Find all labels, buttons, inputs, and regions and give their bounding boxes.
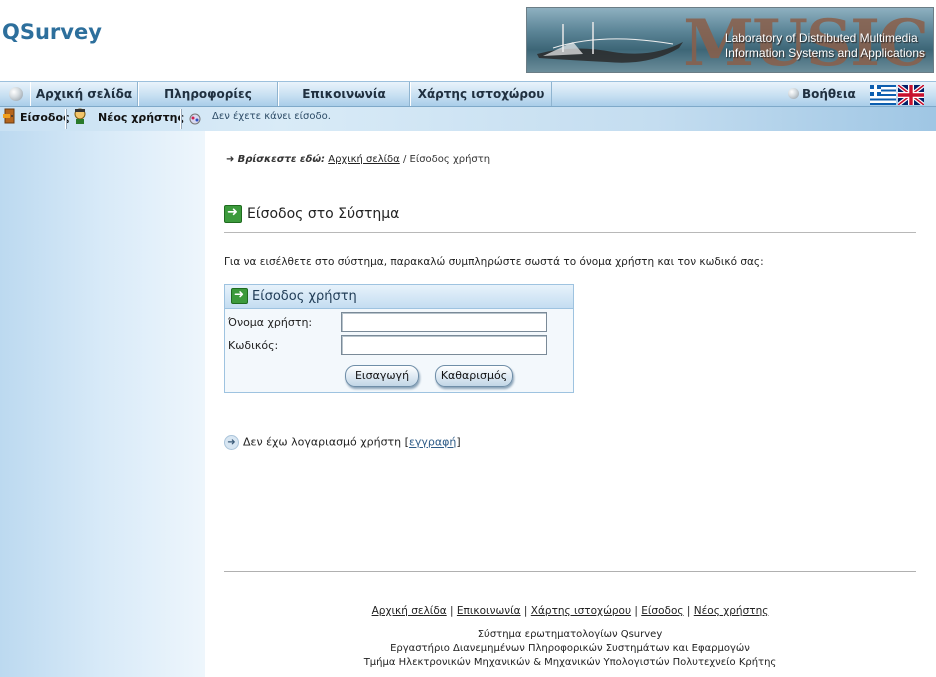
login-button[interactable]: Είσοδος xyxy=(2,107,70,131)
user-bar: Είσοδος Νέος χρήστης Δεν έχετε κάνει είσ… xyxy=(0,107,936,131)
footer-line-2: Εργαστήριο Διανεμημένων Πληροφορικών Συσ… xyxy=(390,643,750,654)
breadcrumb-current: Είσοδος χρήστη xyxy=(409,154,491,165)
green-arrow-icon xyxy=(231,287,248,304)
banner-line-1: Laboratory of Distributed Multimedia xyxy=(724,31,918,45)
new-user-label: Νέος χρήστης xyxy=(98,111,184,124)
door-icon xyxy=(2,108,18,132)
no-account-text: Δεν έχω λογαριασμό χρήστη xyxy=(243,435,402,449)
login-form-header: Είσοδος χρήστη xyxy=(225,285,573,309)
greek-flag-icon[interactable] xyxy=(870,85,896,105)
green-arrow-icon xyxy=(224,205,242,223)
uk-flag-icon[interactable] xyxy=(898,85,924,105)
username-label: Όνομα χρήστη: xyxy=(228,316,313,329)
new-user-button[interactable]: Νέος χρήστης xyxy=(72,107,184,131)
footer-divider xyxy=(224,571,916,572)
banner-lab-name: Laboratory of Distributed Multimedia Inf… xyxy=(725,31,925,61)
breadcrumb-lead: Βρίσκεστε εδώ: xyxy=(237,154,326,165)
lab-banner[interactable]: MUSIC Laboratory of Distributed Multimed… xyxy=(526,7,934,73)
divider xyxy=(65,109,66,129)
nav-item-home[interactable]: Αρχική σελίδα xyxy=(30,82,138,106)
no-account-line: ➜ Δεν έχω λογαριασμό χρήστη [εγγραφή] xyxy=(224,435,461,450)
page-title-text: Είσοδος στο Σύστημα xyxy=(247,206,400,222)
footer-line-3: Τμήμα Ηλεκτρονικών Μηχανικών & Μηχανικών… xyxy=(363,657,777,668)
page-title: Είσοδος στο Σύστημα xyxy=(224,205,916,233)
footer-link-login[interactable]: Είσοδος xyxy=(641,605,683,617)
arrow-circle-icon: ➜ xyxy=(224,435,239,450)
password-label: Κωδικός: xyxy=(228,339,279,352)
login-form: Είσοδος χρήστη Όνομα χρήστη: Κωδικός: Ει… xyxy=(224,284,574,393)
reset-button[interactable]: Καθαρισμός xyxy=(435,365,513,387)
footer-link-home[interactable]: Αρχική σελίδα xyxy=(372,605,447,617)
login-label: Είσοδος xyxy=(20,111,70,124)
breadcrumb-separator: / xyxy=(402,154,407,165)
help-bullet-icon xyxy=(788,88,799,99)
nav-item-contact[interactable]: Επικοινωνία xyxy=(278,82,410,106)
breadcrumb: ➜ Βρίσκεστε εδώ: Αρχική σελίδα / Είσοδος… xyxy=(226,154,490,165)
submit-button[interactable]: Εισαγωγή xyxy=(345,365,419,387)
status-icon xyxy=(188,111,202,128)
boat-illustration-icon xyxy=(537,22,683,63)
login-form-title: Είσοδος χρήστη xyxy=(252,288,357,304)
register-link[interactable]: εγγραφή xyxy=(409,436,456,449)
password-input[interactable] xyxy=(341,335,547,355)
breadcrumb-home-link[interactable]: Αρχική σελίδα xyxy=(328,154,400,165)
footer-line-1: Σύστημα ερωτηματολογίων Qsurvey xyxy=(477,629,663,640)
breadcrumb-arrow-icon: ➜ xyxy=(226,154,235,165)
user-avatar-icon xyxy=(72,108,88,132)
banner-line-2: Information Systems and Applications xyxy=(724,46,925,60)
divider xyxy=(180,109,181,129)
left-sidebar xyxy=(0,131,205,677)
header: QSurvey MUSIC Laboratory of Distributed … xyxy=(0,0,936,80)
site-logo[interactable]: QSurvey xyxy=(2,20,102,44)
nav-bullet-icon xyxy=(9,87,23,101)
footer-link-sitemap[interactable]: Χάρτης ιστοχώρου xyxy=(531,605,631,617)
help-link[interactable]: Βοήθεια xyxy=(788,87,856,101)
main-navigation: Αρχική σελίδα Πληροφορίες Επικοινωνία Χά… xyxy=(0,81,936,107)
nav-item-sitemap[interactable]: Χάρτης ιστοχώρου xyxy=(410,82,552,106)
intro-text: Για να εισέλθετε στο σύστημα, παρακαλώ σ… xyxy=(224,256,764,268)
username-input[interactable] xyxy=(341,312,547,332)
footer-link-new-user[interactable]: Νέος χρήστης xyxy=(694,605,769,617)
login-status-text: Δεν έχετε κάνει είσοδο. xyxy=(212,111,331,122)
footer-links: Αρχική σελίδα | Επικοινωνία | Χάρτης ιστ… xyxy=(371,605,769,617)
footer-link-contact[interactable]: Επικοινωνία xyxy=(457,605,521,617)
nav-item-info[interactable]: Πληροφορίες xyxy=(138,82,278,106)
help-label: Βοήθεια xyxy=(802,87,856,101)
